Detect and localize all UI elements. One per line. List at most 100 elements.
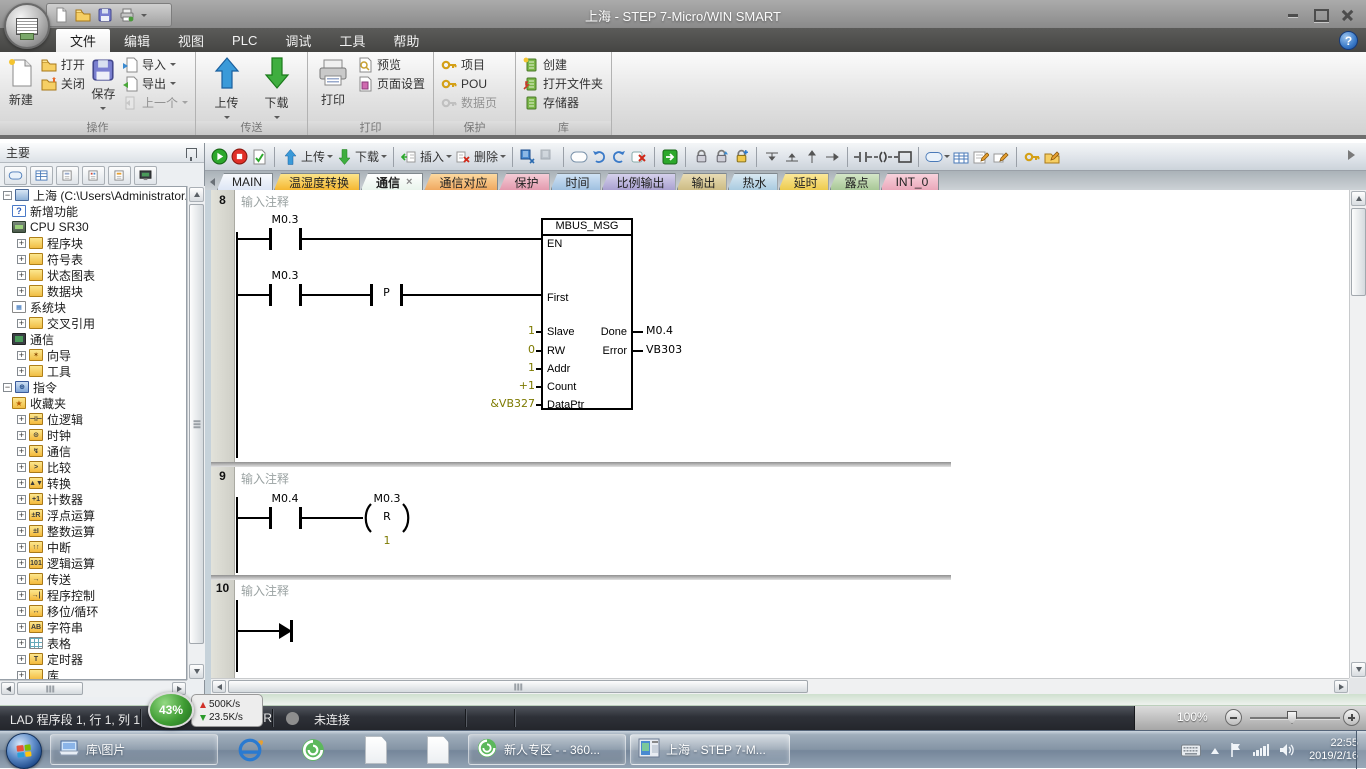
tab-ludian[interactable]: 露点 — [830, 173, 880, 190]
edge-contact-label[interactable]: P — [373, 286, 400, 299]
tree-item-integer-math[interactable]: +±I整数运算 — [0, 523, 186, 539]
tab-reshui[interactable]: 热水 — [728, 173, 778, 190]
download-button[interactable]: 下载 — [252, 55, 302, 122]
coil-element-icon[interactable] — [874, 148, 892, 166]
line-right-icon[interactable] — [823, 148, 841, 166]
menu-edit[interactable]: 编辑 — [110, 28, 164, 52]
tree-item-tools[interactable]: +工具 — [0, 363, 186, 379]
show-hidden-icons-icon[interactable] — [1211, 744, 1219, 757]
library-create-button[interactable]: 创建 — [520, 55, 606, 74]
taskbar-step7-button[interactable]: 上海 - STEP 7-M... — [630, 734, 790, 765]
contact-operand[interactable]: M0.3 — [261, 213, 309, 226]
mbus-msg-block[interactable]: MBUS_MSG EN First Slave RW Addr Count Da… — [541, 218, 633, 410]
param-value[interactable]: 1 — [471, 324, 535, 337]
system-page-icon[interactable] — [82, 166, 105, 185]
tab-wenshidu[interactable]: 温湿度转换 — [274, 173, 360, 190]
key-toolbar-icon[interactable] — [1023, 148, 1041, 166]
tree-item-whats-new[interactable]: ?新增功能 — [0, 203, 186, 219]
tree-item-program-block[interactable]: +程序块 — [0, 235, 186, 251]
tree-item-wizard[interactable]: +✶向导 — [0, 347, 186, 363]
network-signal-icon[interactable] — [1253, 744, 1270, 756]
taskbar-clock[interactable]: 22:55 2019/2/16 — [1309, 737, 1358, 763]
download-toolbar-button[interactable]: 下载 — [335, 148, 387, 166]
param-value[interactable]: 1 — [471, 361, 535, 374]
upload-dropdown-icon[interactable] — [327, 155, 333, 161]
tab-shuchu[interactable]: 输出 — [677, 173, 727, 190]
branch-up-icon[interactable] — [783, 148, 801, 166]
cross-ref-page-icon[interactable] — [108, 166, 131, 185]
tree-item-status-chart[interactable]: +状态图表 — [0, 267, 186, 283]
tab-int0[interactable]: INT_0 — [881, 173, 940, 190]
lock-icon[interactable] — [692, 148, 710, 166]
delete-button[interactable]: 删除 — [454, 148, 506, 166]
export-dropdown-icon[interactable] — [170, 82, 176, 88]
status-chart-icon[interactable] — [30, 166, 53, 185]
minimize-button[interactable] — [1282, 8, 1304, 22]
tree-item-clock[interactable]: +⊙时钟 — [0, 427, 186, 443]
data-page-icon[interactable] — [56, 166, 79, 185]
box-element-icon[interactable] — [894, 148, 912, 166]
output-operand[interactable]: M0.4 — [646, 324, 686, 337]
pou-prev-icon[interactable] — [519, 148, 537, 166]
close-button[interactable]: 关闭 — [38, 74, 88, 93]
branch-down-icon[interactable] — [763, 148, 781, 166]
line-up-icon[interactable] — [803, 148, 821, 166]
insert-dropdown-icon[interactable] — [446, 155, 452, 161]
coil-count[interactable]: 1 — [371, 534, 403, 547]
output-operand[interactable]: VB303 — [646, 343, 690, 356]
download-dropdown-icon[interactable] — [381, 155, 387, 161]
library-edit-icon[interactable] — [1043, 148, 1061, 166]
redo-icon[interactable] — [610, 148, 628, 166]
library-open-folder-button[interactable]: 打开文件夹 — [520, 74, 606, 93]
comment-toggle-icon[interactable] — [570, 148, 588, 166]
delete-dropdown-icon[interactable] — [500, 155, 506, 161]
tab-close-icon[interactable]: × — [406, 176, 412, 188]
tree-item-logic[interactable]: +101逻辑运算 — [0, 555, 186, 571]
lock-add-icon[interactable] — [732, 148, 750, 166]
tree-item-string[interactable]: +AB字符串 — [0, 619, 186, 635]
tab-baohu[interactable]: 保护 — [499, 173, 549, 190]
zoom-out-button[interactable] — [1225, 709, 1242, 726]
tab-tongxin-duiying[interactable]: 通信对应 — [424, 173, 498, 190]
new-button[interactable]: 新建 — [4, 55, 38, 108]
upload-button[interactable]: 上传 — [202, 55, 252, 122]
undo-icon[interactable] — [590, 148, 608, 166]
save-button[interactable]: 保存 — [88, 55, 119, 113]
action-center-icon[interactable] — [1229, 742, 1243, 758]
preview-button[interactable]: 预览 — [354, 55, 428, 74]
tree-item-library[interactable]: +库 — [0, 667, 186, 680]
edit-address-icon[interactable] — [992, 148, 1010, 166]
zoom-in-button[interactable] — [1343, 709, 1360, 726]
communication-monitor-icon[interactable] — [134, 166, 157, 185]
open-button[interactable]: 打开 — [38, 55, 88, 74]
param-value[interactable]: +1 — [471, 379, 535, 392]
tab-bili-shuchu[interactable]: 比例输出 — [602, 173, 676, 190]
toolbar-overflow-icon[interactable] — [1348, 150, 1360, 160]
network-comment[interactable]: 输入注释 — [241, 193, 289, 210]
insert-button[interactable]: 插入 — [400, 148, 452, 166]
print-button[interactable]: 打印 — [312, 55, 354, 108]
param-value[interactable]: 0 — [471, 343, 535, 356]
help-icon[interactable]: ? — [1339, 31, 1358, 50]
browser-360-icon[interactable] — [300, 737, 326, 763]
pou-next-icon[interactable] — [539, 148, 557, 166]
tree-item-project-root[interactable]: −上海 (C:\Users\Administrator. — [0, 187, 186, 203]
menu-plc[interactable]: PLC — [218, 28, 271, 52]
maximize-button[interactable] — [1310, 8, 1332, 22]
run-button[interactable] — [210, 148, 228, 166]
zoom-slider-thumb[interactable] — [1287, 711, 1297, 724]
cancel-icon[interactable] — [630, 148, 648, 166]
tree-item-convert[interactable]: +▲▼转换 — [0, 475, 186, 491]
tree-item-interrupt[interactable]: +↑↑中断 — [0, 539, 186, 555]
taskbar-browser-button[interactable]: 新人专区 - - 360... — [468, 734, 626, 765]
save-dropdown-icon[interactable] — [100, 107, 106, 113]
menu-tools[interactable]: 工具 — [325, 28, 379, 52]
tree-item-timer[interactable]: +T定时器 — [0, 651, 186, 667]
tree-item-communication[interactable]: 通信 — [0, 331, 186, 347]
tab-scroll-left-icon[interactable] — [205, 173, 217, 190]
contact-operand[interactable]: M0.4 — [261, 492, 309, 505]
export-button[interactable]: 导出 — [119, 74, 191, 93]
upload-toolbar-button[interactable]: 上传 — [281, 148, 333, 166]
document-icon[interactable] — [425, 737, 451, 763]
memory-usage-ball[interactable]: 43% — [148, 692, 194, 728]
